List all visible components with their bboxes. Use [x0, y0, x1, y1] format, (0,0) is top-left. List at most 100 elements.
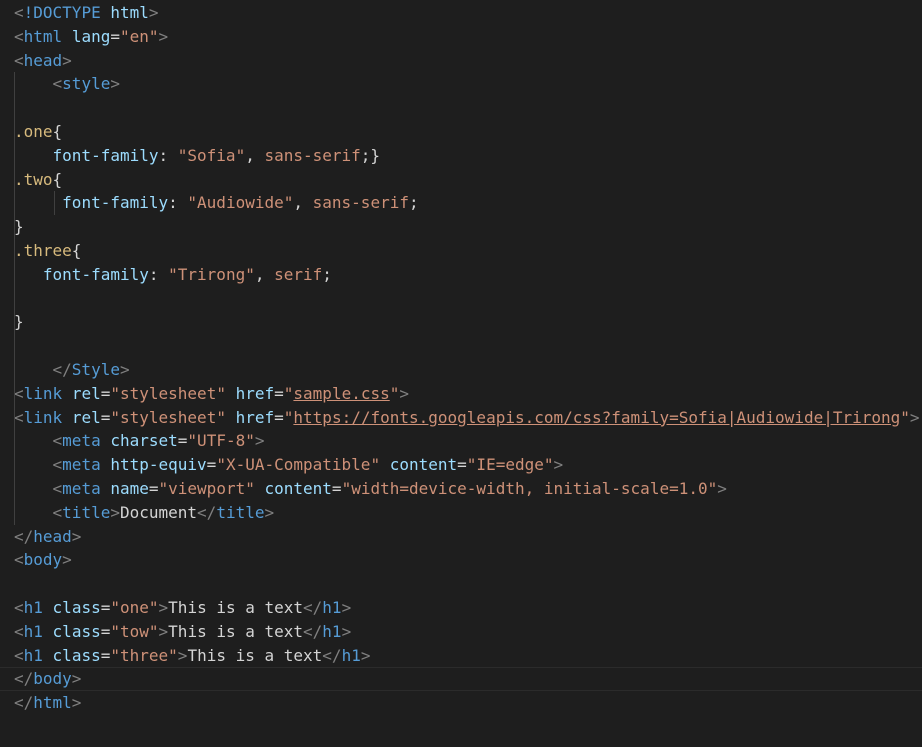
code-token: h1 — [341, 645, 361, 665]
code-token: < — [52, 455, 63, 475]
code-area[interactable]: <!DOCTYPE html> <html lang="en"> <head> <s… — [0, 1, 922, 715]
code-line[interactable] — [14, 96, 922, 120]
code-token: > — [264, 502, 275, 522]
code-line[interactable]: .two{ — [14, 167, 922, 192]
code-token: Style — [71, 359, 120, 379]
indent-guide — [14, 310, 15, 335]
code-token: , — [293, 193, 313, 213]
code-token: !DOCTYPE — [23, 3, 101, 22]
code-line[interactable] — [14, 572, 922, 596]
code-token: > — [360, 645, 371, 665]
indent-guide — [14, 72, 15, 97]
code-token: ;} — [360, 145, 381, 165]
code-line[interactable] — [14, 334, 922, 358]
code-token: = — [110, 26, 120, 46]
code-token: sample.css — [293, 383, 390, 403]
code-line[interactable]: <style> — [14, 72, 922, 97]
code-token: < — [52, 502, 63, 522]
code-token: = — [100, 621, 111, 641]
code-token: .three — [14, 240, 72, 260]
code-line[interactable]: <meta name="viewport" content="width=dev… — [14, 476, 922, 501]
code-token: { — [52, 169, 63, 189]
code-token: font-family — [52, 145, 159, 165]
code-token: > — [717, 478, 727, 498]
code-line[interactable]: </html> — [14, 691, 922, 715]
code-line[interactable]: <meta http-equiv="X-UA-Compatible" conte… — [14, 453, 922, 477]
code-token: "stylesheet" — [110, 383, 226, 403]
code-token: > — [71, 669, 82, 689]
code-line[interactable]: .three{ — [14, 238, 922, 263]
code-token: font-family — [42, 264, 149, 284]
code-token: </ — [52, 359, 72, 379]
code-line[interactable]: font-family: "Audiowide", sans-serif; — [14, 191, 922, 216]
code-line[interactable]: <h1 class="three">This is a text</h1> — [14, 644, 922, 668]
code-token: > — [119, 359, 130, 379]
code-token: < — [14, 383, 24, 403]
code-line[interactable]: <h1 class="tow">This is a text</h1> — [14, 620, 922, 644]
code-line[interactable]: <link rel="stylesheet" href="https://fon… — [14, 405, 922, 430]
code-token: "Trirong" — [168, 264, 255, 284]
code-token: content — [389, 455, 458, 475]
code-token: "three" — [110, 645, 178, 665]
code-token: > — [71, 693, 82, 713]
code-editor[interactable]: <!DOCTYPE html> <html lang="en"> <head> <s… — [0, 0, 922, 747]
indent-guide — [14, 286, 15, 311]
indent-guide — [14, 381, 15, 406]
code-token: < — [14, 597, 24, 617]
code-token: This is a text — [187, 645, 323, 665]
code-line[interactable]: <!DOCTYPE html> — [14, 1, 922, 25]
code-token: https://fonts.googleapis.com/css?family=… — [293, 407, 901, 427]
code-line[interactable]: <meta charset="UTF-8"> — [14, 429, 922, 454]
indent-guide — [14, 238, 15, 263]
code-line[interactable]: </Style> — [14, 357, 922, 382]
code-token: "Sofia" — [177, 145, 246, 165]
code-token: </ — [322, 645, 342, 665]
code-line[interactable]: <html lang="en"> — [14, 25, 922, 49]
code-line[interactable]: <title>Document</title> — [14, 500, 922, 525]
code-line[interactable]: <h1 class="one">This is a text</h1> — [14, 596, 922, 620]
code-line[interactable]: font-family: "Sofia", sans-serif;} — [14, 143, 922, 168]
code-token: body — [23, 550, 63, 570]
code-line[interactable]: </body> — [0, 667, 922, 692]
indent-guide — [14, 191, 15, 216]
code-token: : — [148, 264, 169, 284]
code-token: link — [23, 407, 63, 427]
code-token: name — [110, 478, 149, 498]
code-line[interactable]: <link rel="stylesheet" href="sample.css"… — [14, 381, 922, 406]
code-token: > — [158, 26, 169, 46]
code-line[interactable]: font-family: "Trirong", serif; — [14, 262, 922, 287]
code-token: rel — [71, 407, 101, 427]
code-token: h1 — [23, 621, 43, 641]
code-line[interactable]: } — [14, 310, 922, 335]
code-line[interactable]: </head> — [14, 525, 922, 549]
code-token: content — [264, 478, 332, 498]
code-token: , — [254, 264, 275, 284]
code-token: title — [62, 502, 111, 522]
code-token: < — [14, 50, 24, 70]
code-line[interactable]: <body> — [14, 548, 922, 572]
code-token: = — [100, 645, 111, 665]
code-line[interactable]: } — [14, 215, 922, 239]
code-token: < — [52, 431, 63, 451]
code-token: This is a text — [168, 621, 304, 641]
code-token: : — [168, 193, 188, 213]
code-token: style — [62, 74, 111, 94]
code-line[interactable] — [14, 286, 922, 311]
code-token: title — [216, 502, 265, 522]
code-line[interactable]: .one{ — [14, 119, 922, 144]
code-token: " — [283, 407, 294, 427]
code-token: > — [62, 50, 72, 70]
code-token: < — [14, 550, 24, 570]
code-line[interactable]: <head> — [14, 49, 922, 73]
